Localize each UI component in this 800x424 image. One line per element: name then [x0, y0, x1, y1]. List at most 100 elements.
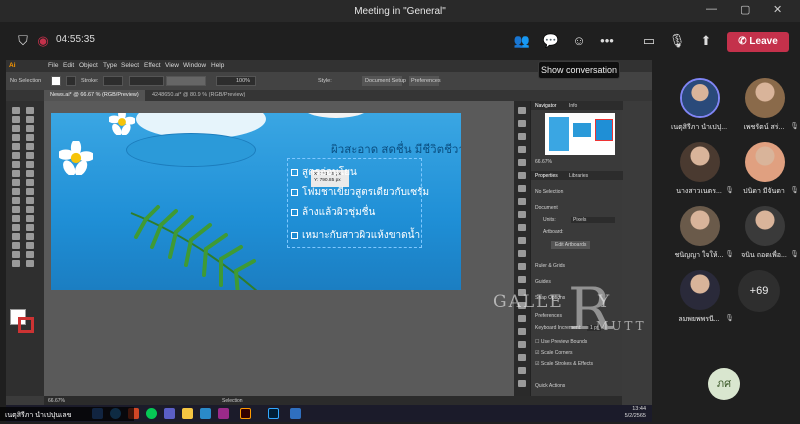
line-icon[interactable] — [146, 408, 157, 419]
share-screen-icon[interactable]: ⬆ — [697, 32, 715, 50]
chat-icon[interactable]: 💬 — [542, 32, 560, 50]
panel-icon[interactable] — [518, 107, 526, 114]
tool-icon[interactable] — [26, 116, 34, 123]
stroke-weight[interactable] — [103, 76, 123, 86]
panel-icon[interactable] — [518, 133, 526, 140]
panel-icon[interactable] — [518, 250, 526, 257]
panel-icon[interactable] — [518, 120, 526, 127]
artboard[interactable]: ผิวสะอาด สดชื่น มีชีวิตชีวา X: 731.15 px… — [51, 113, 461, 290]
leave-button[interactable]: ✆ Leave — [727, 32, 789, 52]
menu-edit[interactable]: Edit — [63, 62, 74, 69]
maximize-icon[interactable]: ▢ — [740, 3, 750, 16]
panel-icon[interactable] — [518, 341, 526, 348]
participant-tile[interactable]: เพชรัตน์ สร่... 🎙 — [729, 74, 799, 139]
tool-icon[interactable] — [12, 143, 20, 150]
brush-definition[interactable] — [166, 76, 206, 86]
participants-icon[interactable]: 👥 — [513, 32, 531, 50]
panel-icon[interactable] — [518, 198, 526, 205]
checkbox-scale-corners[interactable]: ☑ Scale Corners — [535, 350, 573, 356]
fill-swatch[interactable] — [51, 76, 61, 86]
participant-tile[interactable]: เนตุสิรีภา นำเปปุ... — [664, 74, 734, 139]
tab-4248650[interactable]: 4248650.ai* @ 80.9 % (RGB/Preview) — [146, 90, 251, 101]
tool-icon[interactable] — [12, 242, 20, 249]
photos-icon[interactable] — [290, 408, 301, 419]
panel-icon[interactable] — [518, 172, 526, 179]
panel-icon[interactable] — [518, 211, 526, 218]
panel-icon[interactable] — [518, 315, 526, 322]
navigator-zoom[interactable]: 66.67% — [535, 159, 552, 165]
tab-info[interactable]: Info — [569, 103, 577, 109]
tool-icon[interactable] — [26, 260, 34, 267]
mic-off-icon[interactable]: 🎙 — [668, 32, 686, 50]
participant-tile[interactable]: ชนิญญา ใจให้... 🎙 — [664, 202, 734, 267]
panel-icon[interactable] — [518, 185, 526, 192]
photoshop-icon[interactable] — [268, 408, 279, 419]
checkbox-scale-strokes[interactable]: ☑ Scale Strokes & Effects — [535, 361, 593, 367]
tool-icon[interactable] — [12, 116, 20, 123]
tool-icon[interactable] — [26, 197, 34, 204]
tool-icon[interactable] — [12, 215, 20, 222]
participant-tile[interactable]: จนิน ถอดเพื่อ... 🎙 — [729, 202, 799, 267]
tool-icon[interactable] — [12, 233, 20, 240]
tool-icon[interactable] — [12, 188, 20, 195]
panel-icon[interactable] — [518, 224, 526, 231]
tab-libraries[interactable]: Libraries — [569, 173, 588, 179]
tool-icon[interactable] — [12, 134, 20, 141]
tool-icon[interactable] — [26, 179, 34, 186]
self-avatar[interactable]: ภศ — [708, 368, 740, 400]
menu-select[interactable]: Select — [121, 62, 139, 69]
tool-icon[interactable] — [26, 152, 34, 159]
tool-icon[interactable] — [26, 170, 34, 177]
tool-icon[interactable] — [26, 125, 34, 132]
panel-icon[interactable] — [518, 146, 526, 153]
tool-icon[interactable] — [12, 206, 20, 213]
store-icon[interactable] — [200, 408, 211, 419]
tool-icon[interactable] — [26, 215, 34, 222]
menu-effect[interactable]: Effect — [144, 62, 161, 69]
panel-icon[interactable] — [518, 159, 526, 166]
navigator-thumbnail[interactable] — [545, 113, 615, 155]
tool-icon[interactable] — [12, 251, 20, 258]
status-zoom[interactable]: 66.67% — [48, 398, 65, 404]
stroke-swatch[interactable] — [66, 76, 76, 86]
tool-icon[interactable] — [26, 161, 34, 168]
panel-icon[interactable] — [518, 276, 526, 283]
tool-icon[interactable] — [26, 107, 34, 114]
tool-icon[interactable] — [12, 125, 20, 132]
variable-width[interactable] — [129, 76, 164, 86]
stroke-color-box[interactable] — [18, 317, 34, 333]
menu-help[interactable]: Help — [211, 62, 224, 69]
media-icon[interactable] — [218, 408, 229, 419]
tab-navigator[interactable]: Navigator — [535, 103, 556, 109]
artboard-canvas[interactable]: ผิวสะอาด สดชื่น มีชีวิตชีวา X: 731.15 px… — [44, 101, 514, 396]
menu-window[interactable]: Window — [183, 62, 206, 69]
tab-properties[interactable]: Properties — [535, 173, 558, 179]
tool-icon[interactable] — [12, 197, 20, 204]
menu-type[interactable]: Type — [103, 62, 117, 69]
panel-icon[interactable] — [518, 263, 526, 270]
menu-file[interactable]: File — [48, 62, 58, 69]
panel-icon[interactable] — [518, 380, 526, 387]
teams-icon[interactable] — [164, 408, 175, 419]
tool-icon[interactable] — [26, 251, 34, 258]
file-explorer-icon[interactable] — [182, 408, 193, 419]
panel-icon[interactable] — [518, 237, 526, 244]
tool-icon[interactable] — [12, 161, 20, 168]
tool-icon[interactable] — [26, 242, 34, 249]
tool-icon[interactable] — [26, 143, 34, 150]
edit-artboards-button[interactable]: Edit Artboards — [551, 241, 591, 249]
units-select[interactable]: Pixels — [571, 217, 615, 223]
minimize-icon[interactable]: — — [706, 3, 717, 15]
headline-text[interactable]: ผิวสะอาด สดชื่น มีชีวิตชีวา — [331, 141, 461, 159]
more-options-icon[interactable]: ••• — [598, 32, 616, 50]
tab-news[interactable]: News.ai* @ 66.67 % (RGB/Preview) — [44, 90, 145, 101]
participant-tile[interactable]: ปนิดา มีจันดา 🎙 — [729, 138, 799, 203]
tool-icon[interactable] — [12, 170, 20, 177]
tool-icon[interactable] — [12, 152, 20, 159]
tool-icon[interactable] — [26, 224, 34, 231]
tool-icon[interactable] — [12, 107, 20, 114]
participant-tile[interactable]: ลมพยพพรนี... 🎙 — [664, 266, 734, 331]
tool-icon[interactable] — [26, 134, 34, 141]
illustrator-taskbar-icon[interactable] — [240, 408, 251, 419]
tool-icon[interactable] — [12, 179, 20, 186]
